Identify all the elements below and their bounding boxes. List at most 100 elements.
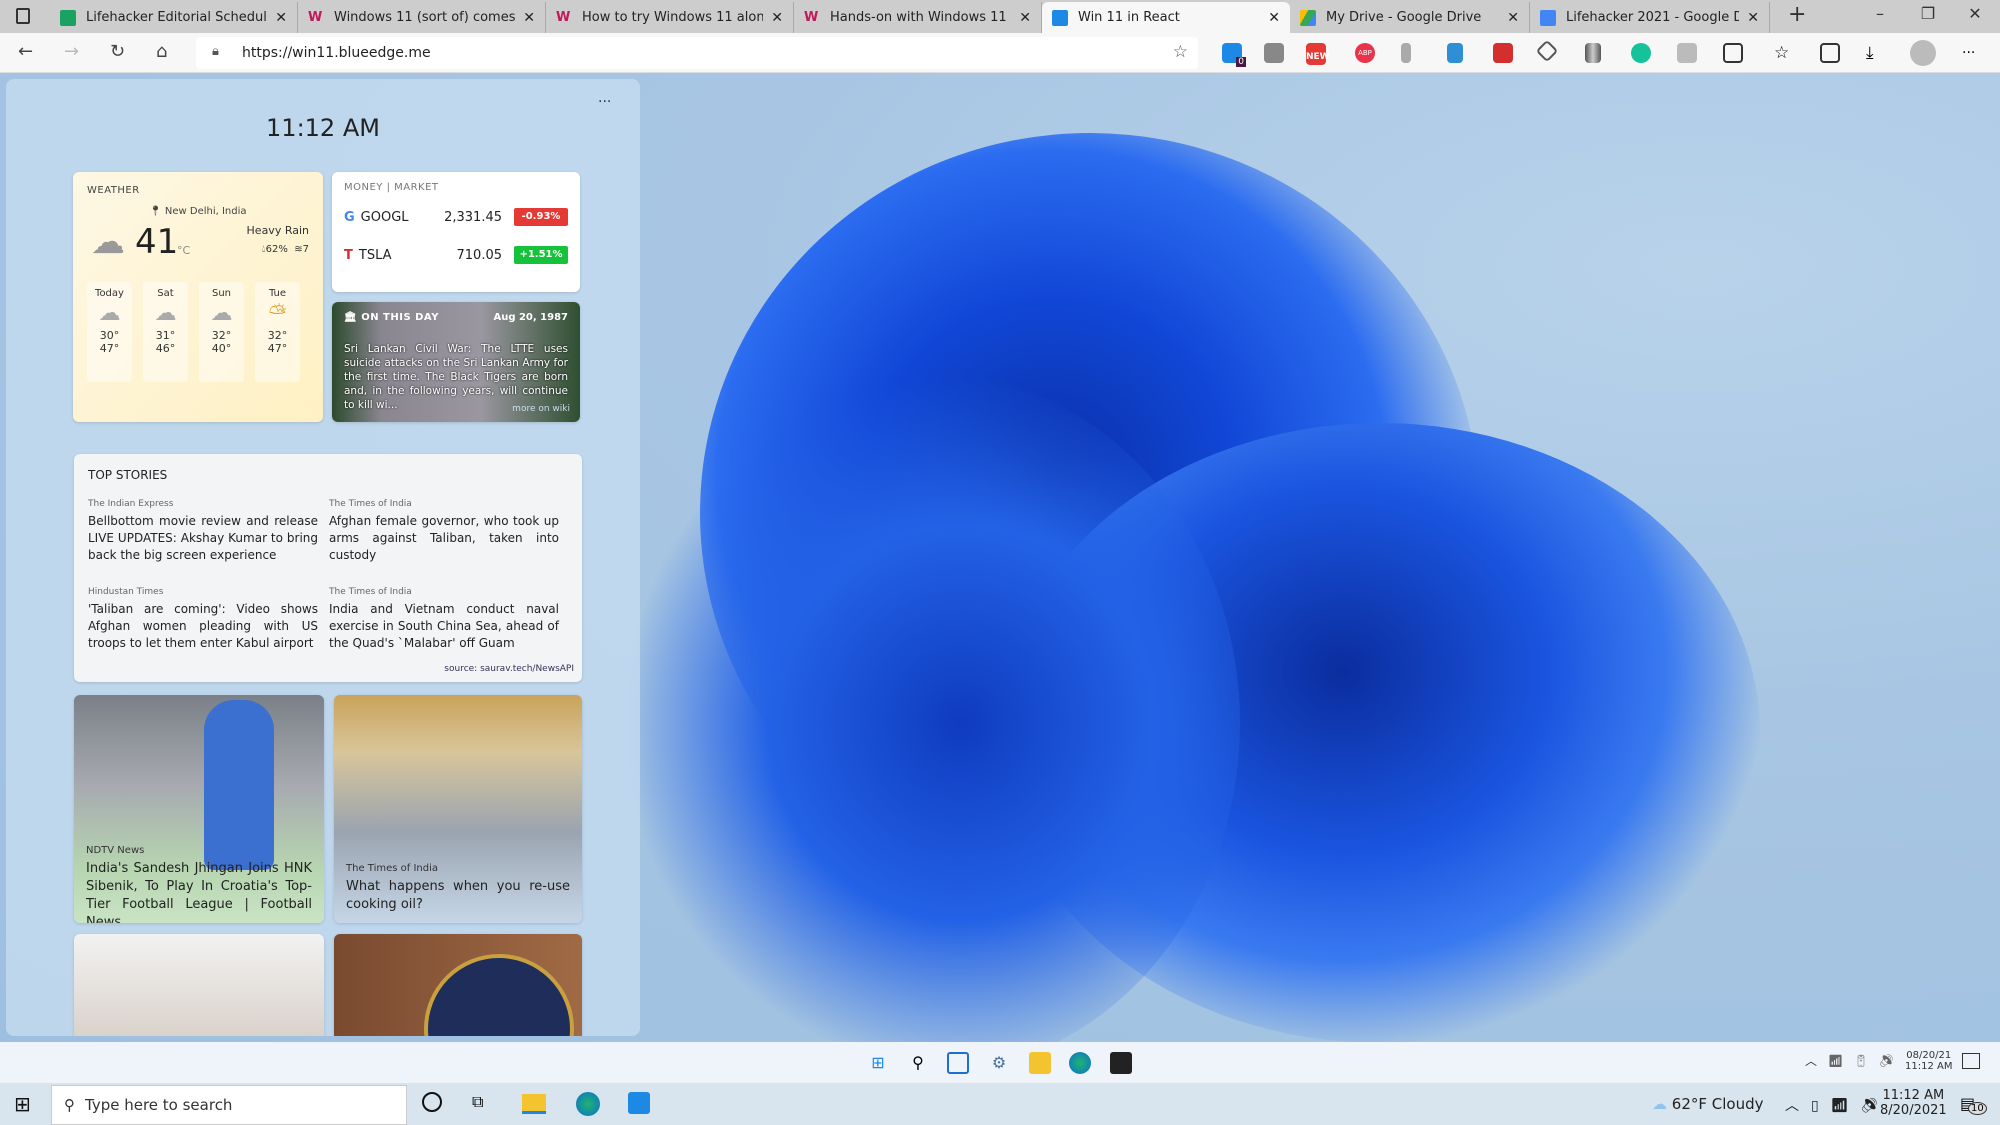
rbi-seal-image bbox=[424, 954, 574, 1036]
favorites-icon[interactable]: ☆ bbox=[1774, 43, 1794, 63]
story-headline[interactable]: 'Taliban are coming': Video shows Afghan… bbox=[88, 601, 318, 652]
location-text: New Delhi, India bbox=[164, 206, 247, 217]
widgets-menu-button[interactable]: ··· bbox=[598, 94, 611, 110]
restore-button[interactable]: ❐ bbox=[1908, 4, 1948, 23]
widgets-clock: 11:12 AM bbox=[266, 114, 380, 142]
stock-change: +1.51% bbox=[514, 246, 568, 264]
tray-clock[interactable]: 08/20/21 11:12 AM bbox=[1905, 1050, 1952, 1072]
extension-icon[interactable] bbox=[1585, 43, 1601, 63]
tab-google-docs[interactable]: Lifehacker 2021 - Google Docs ✕ bbox=[1530, 2, 1770, 33]
more-menu-icon[interactable]: ··· bbox=[1962, 43, 1982, 63]
extensions-puzzle-icon[interactable] bbox=[1723, 43, 1743, 63]
tab-lifehacker-schedule[interactable]: Lifehacker Editorial Schedule: Lif ✕ bbox=[50, 2, 298, 33]
weather-card[interactable]: WEATHER 📍︎ New Delhi, India ☁︎ 41 °C Hea… bbox=[73, 172, 323, 422]
new-extension-icon[interactable]: NEW bbox=[1306, 43, 1330, 65]
task-view-icon[interactable]: ⧉ bbox=[472, 1092, 483, 1112]
add-favorite-icon[interactable]: ☆ bbox=[1173, 42, 1188, 62]
settings-icon[interactable]: ⚙︎ bbox=[988, 1052, 1010, 1074]
close-tab-icon[interactable]: ✕ bbox=[1268, 10, 1280, 26]
story-item[interactable]: The Times of India Afghan female governor… bbox=[329, 499, 559, 564]
file-explorer-icon[interactable] bbox=[1029, 1052, 1051, 1074]
cortana-icon[interactable] bbox=[422, 1092, 442, 1112]
news-card[interactable]: The Times of India What happens when you … bbox=[334, 695, 582, 923]
stock-row[interactable]: G GOOGL 2,331.45 -0.93% bbox=[344, 208, 568, 226]
close-tab-icon[interactable]: ✕ bbox=[275, 10, 287, 26]
action-center-icon[interactable]: ▤ 10 bbox=[1960, 1094, 1987, 1115]
forward-icon[interactable]: → bbox=[64, 41, 79, 62]
more-on-wiki-link[interactable]: more on wiki bbox=[512, 404, 570, 414]
on-this-day-card[interactable]: 🏛︎ ON THIS DAY Aug 20, 1987 Sri Lankan C… bbox=[332, 302, 580, 422]
news-card[interactable] bbox=[334, 934, 582, 1036]
profile-avatar[interactable] bbox=[1910, 40, 1936, 66]
close-window-button[interactable]: ✕ bbox=[1955, 4, 1995, 23]
adblock-icon[interactable]: ABP bbox=[1355, 43, 1375, 63]
news-headline[interactable]: What happens when you re-use cooking oil… bbox=[346, 878, 570, 914]
widgets-icon[interactable] bbox=[947, 1052, 969, 1074]
home-icon[interactable]: ⌂ bbox=[156, 41, 167, 62]
notification-icon[interactable] bbox=[1962, 1053, 1980, 1069]
file-explorer-icon[interactable] bbox=[522, 1094, 546, 1114]
grammarly-icon[interactable] bbox=[1631, 43, 1651, 63]
system-tray-icons[interactable]: ︿▯📶︎🔊︎ bbox=[1785, 1095, 1890, 1115]
close-tab-icon[interactable]: ✕ bbox=[1019, 10, 1031, 26]
tray-chevron-icon[interactable]: ︿ bbox=[1805, 1052, 1817, 1069]
news-source-credit[interactable]: source: saurav.tech/NewsAPI bbox=[444, 664, 574, 674]
tray-date: 08/20/21 bbox=[1906, 1050, 1952, 1061]
label-text: ON THIS DAY bbox=[361, 312, 439, 323]
news-source: NDTV News bbox=[86, 845, 145, 856]
market-label: MONEY | MARKET bbox=[344, 182, 439, 193]
search-icon[interactable]: ⚲ bbox=[907, 1052, 929, 1074]
tab-windows11-sort-of[interactable]: W Windows 11 (sort of) comes to t ✕ bbox=[298, 2, 546, 33]
clock-time: 11:12 AM bbox=[1882, 1088, 1945, 1103]
story-item[interactable]: The Times of India India and Vietnam cond… bbox=[329, 587, 559, 652]
edge-icon[interactable] bbox=[576, 1092, 600, 1116]
refresh-icon[interactable]: ↻ bbox=[110, 41, 125, 62]
close-tab-icon[interactable]: ✕ bbox=[1507, 10, 1519, 26]
news-card[interactable] bbox=[74, 934, 324, 1036]
taskbar-search-box[interactable]: ⚲ Type here to search bbox=[51, 1085, 407, 1125]
story-headline[interactable]: Bellbottom movie review and release LIVE… bbox=[88, 513, 318, 564]
story-item[interactable]: Hindustan Times 'Taliban are coming': Vid… bbox=[88, 587, 318, 652]
tray-icons: 📶︎🔋︎🔊︎ bbox=[1828, 1054, 1904, 1068]
stock-row[interactable]: T TSLA 710.05 +1.51% bbox=[344, 246, 568, 264]
story-headline[interactable]: Afghan female governor, who took up arms… bbox=[329, 513, 559, 564]
drive-icon bbox=[1300, 9, 1316, 26]
on-this-day-label: 🏛︎ ON THIS DAY bbox=[344, 312, 439, 323]
market-card[interactable]: MONEY | MARKET G GOOGL 2,331.45 -0.93% T TSL… bbox=[332, 172, 580, 292]
tab-win11-react[interactable]: Win 11 in React ✕ bbox=[1042, 2, 1290, 33]
collections-icon[interactable] bbox=[1820, 43, 1840, 63]
close-tab-icon[interactable]: ✕ bbox=[523, 10, 535, 26]
edge-icon[interactable] bbox=[1069, 1052, 1091, 1074]
extension-icon[interactable] bbox=[1401, 43, 1411, 63]
weather-taskbar[interactable]: ☁︎ 62°F Cloudy bbox=[1652, 1095, 1764, 1113]
new-tab-button[interactable]: + bbox=[1788, 2, 1806, 27]
windows-start-icon[interactable]: ⊞ bbox=[14, 1092, 31, 1116]
weather-condition: Heavy Rain bbox=[246, 224, 309, 237]
tab-hands-on[interactable]: W Hands-on with Windows 11 buil ✕ bbox=[794, 2, 1042, 33]
close-tab-icon[interactable]: ✕ bbox=[1747, 10, 1759, 26]
tab-title: Windows 11 (sort of) comes to t bbox=[334, 10, 516, 25]
tab-google-drive[interactable]: My Drive - Google Drive ✕ bbox=[1290, 2, 1530, 33]
extension-icon[interactable] bbox=[1677, 43, 1697, 63]
slack-app-icon[interactable] bbox=[628, 1092, 650, 1114]
extension-icon[interactable] bbox=[1264, 43, 1284, 63]
taskbar-clock[interactable]: 11:12 AM 8/20/2021 bbox=[1880, 1088, 1947, 1118]
address-bar[interactable]: 🔒︎ https://win11.blueedge.me ☆ bbox=[196, 37, 1198, 69]
w-site-icon: W bbox=[308, 9, 323, 25]
back-icon[interactable]: ← bbox=[18, 41, 33, 62]
start-icon[interactable]: ⊞ bbox=[867, 1052, 889, 1074]
tab-actions-icon[interactable] bbox=[16, 8, 30, 24]
story-headline[interactable]: India and Vietnam conduct naval exercise… bbox=[329, 601, 559, 652]
news-headline[interactable]: India's Sandesh Jhingan Joins HNK Sibeni… bbox=[86, 860, 312, 923]
minimize-button[interactable]: – bbox=[1860, 4, 1900, 23]
url-text: https://win11.blueedge.me bbox=[242, 45, 431, 61]
store-icon[interactable] bbox=[1110, 1052, 1132, 1074]
extension-icon[interactable] bbox=[1493, 43, 1513, 63]
download-extension-icon[interactable] bbox=[1447, 43, 1463, 63]
tab-how-to-try[interactable]: W How to try Windows 11 alongsi ✕ bbox=[546, 2, 794, 33]
downloads-icon[interactable]: ⤓ bbox=[1866, 43, 1886, 63]
news-card[interactable]: NDTV News India's Sandesh Jhingan Joins H… bbox=[74, 695, 324, 923]
story-item[interactable]: The Indian Express Bellbottom movie revie… bbox=[88, 499, 318, 564]
extension-icon[interactable]: 0 bbox=[1222, 43, 1246, 67]
close-tab-icon[interactable]: ✕ bbox=[771, 10, 783, 26]
